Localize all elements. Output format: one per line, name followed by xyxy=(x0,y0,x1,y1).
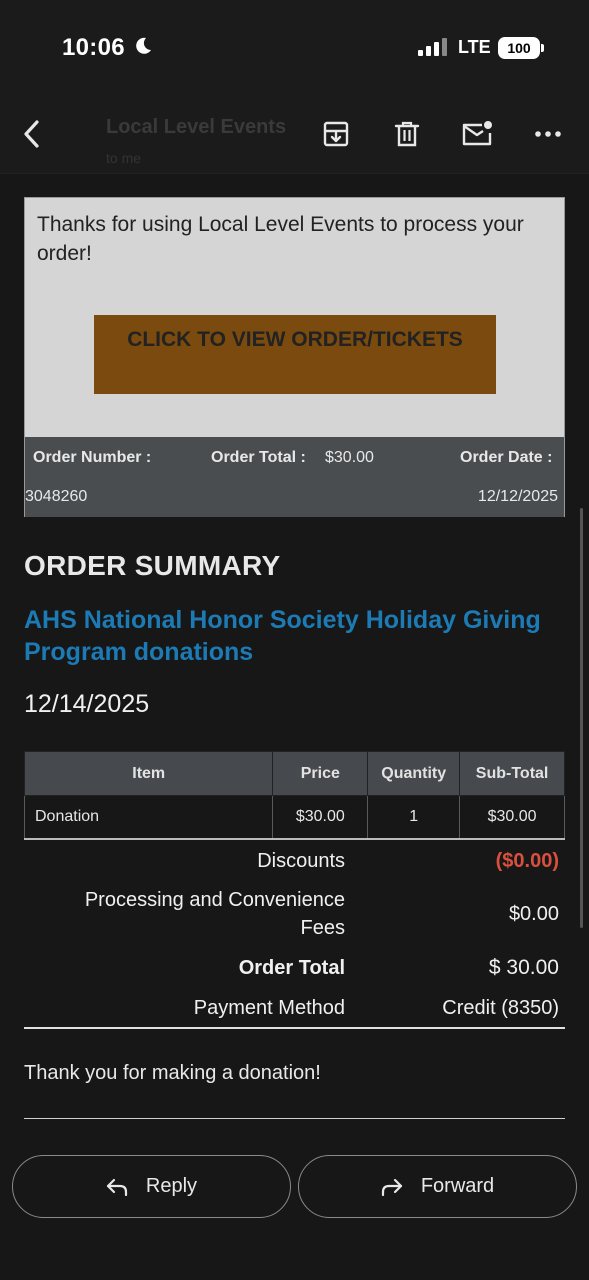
column-header-item: Item xyxy=(23,751,274,796)
reply-icon xyxy=(106,1178,128,1196)
fees-label: Processing and Convenience Fees xyxy=(84,889,345,939)
order-date-label: Order Date : xyxy=(460,449,553,466)
discounts-label: Discounts xyxy=(257,850,345,872)
order-items-table: Item Price Quantity Sub-Total Donation $… xyxy=(23,751,565,839)
cell-price: $30.00 xyxy=(272,795,369,839)
intro-message: Thanks for using Local Level Events to p… xyxy=(37,213,524,265)
status-bar: 10:06 LTE 100 xyxy=(0,0,589,96)
scrollbar[interactable] xyxy=(580,508,583,928)
totals-top-rule xyxy=(24,838,565,840)
order-total-label: Order Total : xyxy=(211,449,306,466)
archive-icon xyxy=(323,121,349,147)
cell-quantity: 1 xyxy=(367,795,461,839)
order-summary-heading: ORDER SUMMARY xyxy=(24,550,281,581)
order-number-label: Order Number : xyxy=(33,449,152,466)
back-arrow-icon xyxy=(24,120,39,148)
forward-icon xyxy=(381,1178,402,1196)
total-label: Order Total xyxy=(238,957,345,979)
total-value: $ 30.00 xyxy=(488,956,559,979)
order-total-value: $30.00 xyxy=(325,449,374,466)
order-date-value: 12/12/2025 xyxy=(477,488,558,505)
cell-subtotal: $30.00 xyxy=(459,795,565,839)
recipient-faded: to me xyxy=(106,150,142,166)
column-header-subtotal: Sub-Total xyxy=(459,751,565,796)
reply-label: Reply xyxy=(145,1175,198,1197)
archive-button[interactable] xyxy=(316,114,356,154)
column-header-price: Price xyxy=(272,751,369,796)
column-header-quantity: Quantity xyxy=(367,751,461,796)
mail-unread-icon xyxy=(462,121,492,146)
trash-icon xyxy=(394,121,420,147)
status-time: 10:06 xyxy=(62,34,125,61)
view-order-button[interactable]: CLICK TO VIEW ORDER/TICKETS xyxy=(94,315,496,394)
fees-value: $0.00 xyxy=(508,903,559,925)
discounts-value: ($0.00) xyxy=(495,850,559,872)
more-button[interactable] xyxy=(528,114,568,154)
reply-button[interactable]: Reply xyxy=(12,1155,291,1218)
event-title-link[interactable]: AHS National Honor Society Holiday Givin… xyxy=(24,604,544,668)
more-horizontal-icon xyxy=(535,131,561,137)
back-button[interactable] xyxy=(12,114,52,154)
payment-label: Payment Method xyxy=(193,997,345,1019)
battery-icon: 100 xyxy=(498,37,540,59)
table-row: Donation $30.00 1 $30.00 xyxy=(23,795,565,839)
cell-item: Donation xyxy=(23,795,274,839)
moon-icon xyxy=(136,37,151,54)
mark-unread-button[interactable] xyxy=(457,114,497,154)
sender-name-faded: Local Level Events xyxy=(106,116,287,138)
signal-icon xyxy=(418,38,447,56)
order-number-value: 3048260 xyxy=(25,488,88,505)
footer-divider xyxy=(24,1118,565,1119)
battery-tip xyxy=(541,44,544,52)
totals-bottom-rule xyxy=(24,1027,565,1029)
order-card: Thanks for using Local Level Events to p… xyxy=(24,197,565,517)
order-info-band: Order Number : 3048260 Order Total : $30… xyxy=(25,437,564,517)
payment-value: Credit (8350) xyxy=(442,997,559,1019)
event-date: 12/14/2025 xyxy=(24,690,150,718)
network-type: LTE xyxy=(458,37,491,57)
thank-you-message: Thank you for making a donation! xyxy=(24,1062,321,1084)
delete-button[interactable] xyxy=(387,114,427,154)
forward-button[interactable]: Forward xyxy=(298,1155,577,1218)
forward-label: Forward xyxy=(420,1175,495,1197)
email-toolbar: Local Level Events to me xyxy=(0,96,589,174)
